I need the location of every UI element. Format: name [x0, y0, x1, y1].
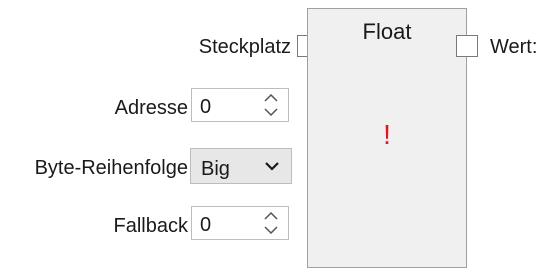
chevron-down-icon [265, 162, 279, 171]
chevron-down-icon [264, 108, 278, 116]
float-node[interactable]: Float ! [307, 8, 467, 268]
fallback-label: Fallback [113, 215, 188, 237]
byte-order-select[interactable]: Big [190, 148, 292, 184]
fallback-spinbox[interactable]: 0 [191, 206, 289, 240]
byte-order-value: Big [201, 158, 230, 180]
chevron-up-icon [264, 94, 278, 102]
address-label: Adresse [114, 97, 188, 119]
fallback-value[interactable]: 0 [200, 213, 211, 237]
fallback-decrement-button[interactable] [262, 223, 280, 237]
byte-order-label: Byte-Reihenfolge [34, 157, 188, 179]
value-label: Wert: [490, 36, 538, 58]
chevron-up-icon [264, 212, 278, 220]
address-spinbox[interactable]: 0 [191, 88, 289, 122]
node-title: Float [362, 19, 412, 44]
address-increment-button[interactable] [262, 91, 280, 105]
error-indicator: ! [383, 119, 391, 150]
address-value[interactable]: 0 [200, 95, 211, 119]
address-decrement-button[interactable] [262, 105, 280, 119]
chevron-down-icon [264, 226, 278, 234]
fallback-increment-button[interactable] [262, 209, 280, 223]
slot-label: Steckplatz [198, 36, 291, 58]
value-output-port[interactable] [456, 35, 478, 57]
